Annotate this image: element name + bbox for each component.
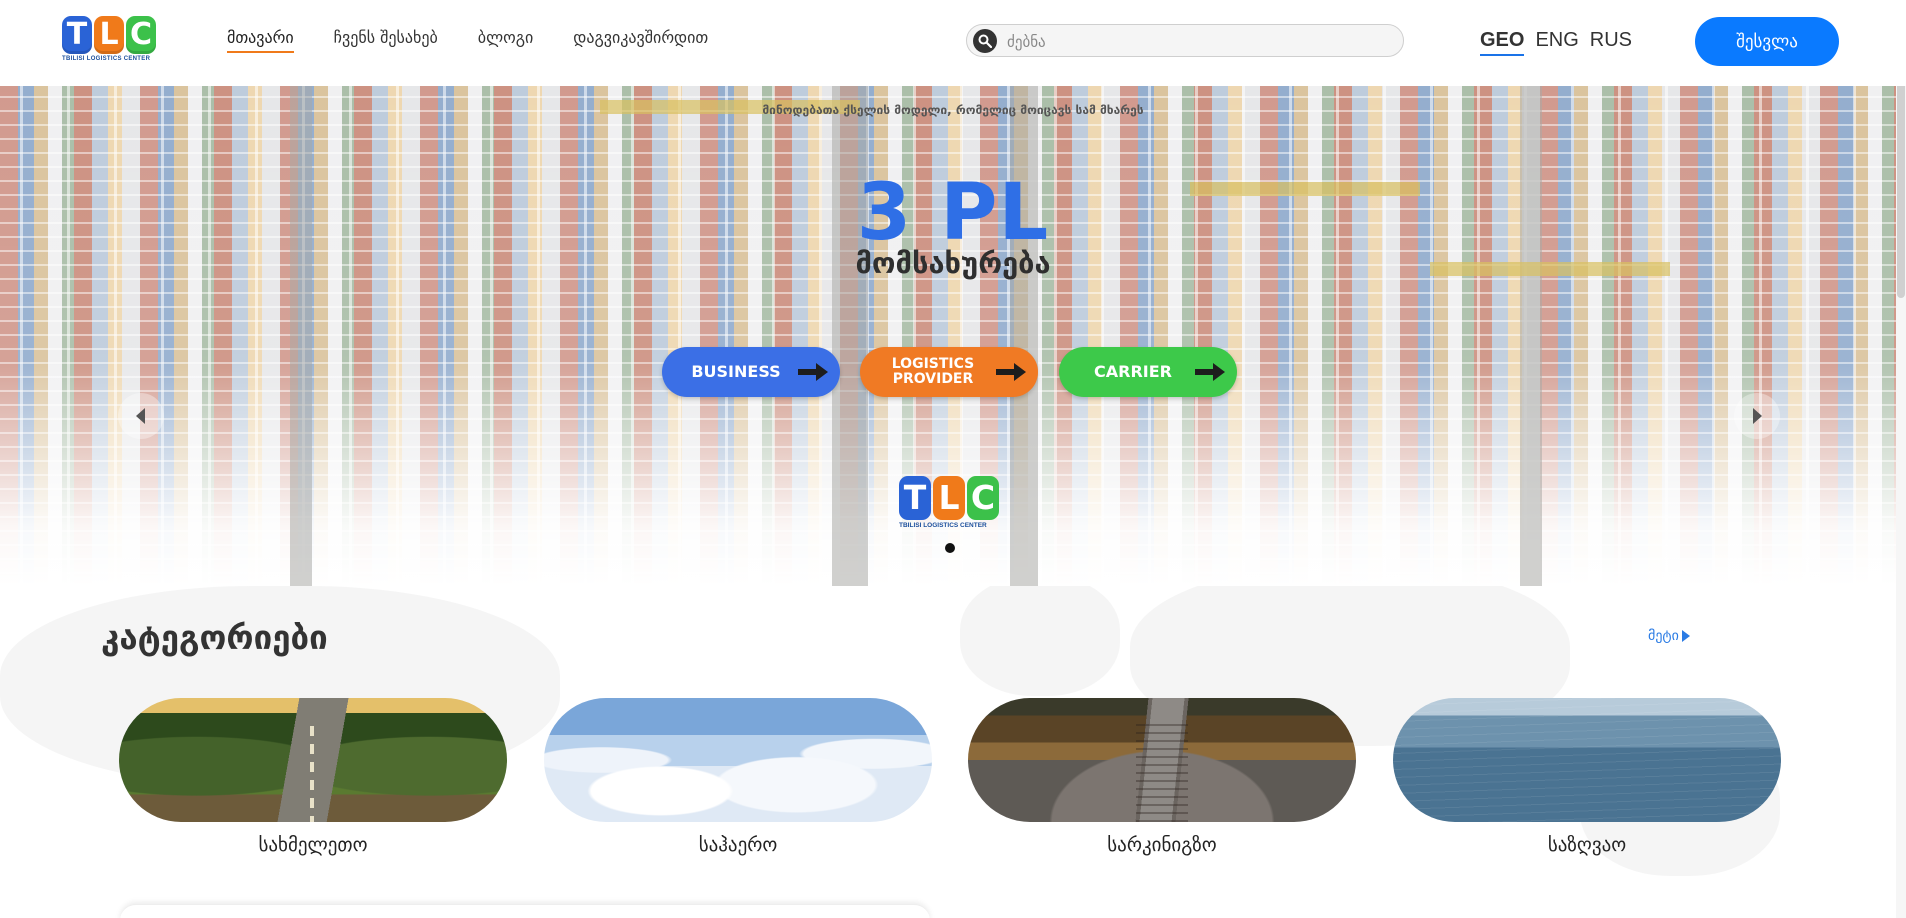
- sea-image: [1393, 698, 1781, 822]
- category-label: სარკინიგზო: [1107, 834, 1217, 856]
- caret-right-icon: [1681, 630, 1690, 642]
- hero-eyebrow: მინოდებათა ქსელის მოდელი, რომელიც მოიცავ…: [762, 103, 1144, 117]
- carrier-button[interactable]: CARRIER: [1059, 347, 1237, 397]
- clouds-image: [544, 698, 932, 822]
- nav-item-about[interactable]: ჩვენს შესახებ: [334, 28, 438, 53]
- hero-bg-road: [290, 86, 312, 586]
- arrow-right-icon: [1195, 363, 1225, 381]
- category-card-land[interactable]: სახმელეთო: [119, 698, 507, 856]
- hero-headline: 3 PL: [856, 168, 1050, 258]
- category-label: საჰაერო: [698, 834, 778, 856]
- slider-dot-active[interactable]: [945, 543, 955, 553]
- world-map-shape: [960, 586, 1120, 696]
- nav-item-contact[interactable]: დაგვიკავშირდით: [573, 28, 708, 53]
- arrow-right-icon: [798, 363, 828, 381]
- search-icon[interactable]: [973, 29, 997, 53]
- category-card-sea[interactable]: საზღვაო: [1393, 698, 1781, 856]
- lang-rus[interactable]: RUS: [1590, 29, 1632, 56]
- category-label: სახმელეთო: [258, 834, 368, 856]
- hero-subheadline: მომსახურება: [855, 246, 1051, 280]
- slider-prev-button[interactable]: [118, 393, 164, 439]
- hero-bg-road: [1010, 86, 1038, 586]
- chevron-right-icon: [1753, 408, 1762, 424]
- next-section-card: [120, 904, 930, 918]
- search-input[interactable]: [1005, 29, 1389, 55]
- business-button[interactable]: BUSINESS: [662, 347, 840, 397]
- hero-logo-subtitle: TBILISI LOGISTICS CENTER: [899, 522, 987, 529]
- category-card-rail[interactable]: სარკინიგზო: [968, 698, 1356, 856]
- railway-image: [968, 698, 1356, 822]
- logo-letter-c: C: [126, 16, 156, 54]
- logo-subtitle: TBILISI LOGISTICS CENTER: [62, 56, 151, 62]
- hero-tlc-logo: T L C TBILISI LOGISTICS CENTER: [899, 476, 1003, 529]
- page-scrollbar[interactable]: [1896, 0, 1906, 918]
- lang-geo[interactable]: GEO: [1480, 29, 1525, 56]
- categories-title: კატეგორიები: [101, 618, 328, 657]
- chevron-left-icon: [136, 408, 145, 424]
- hero-logo-letter-c: C: [967, 476, 999, 520]
- logistics-provider-button[interactable]: LOGISTICS PROVIDER: [860, 347, 1038, 397]
- arrow-right-icon: [996, 363, 1026, 381]
- lang-eng[interactable]: ENG: [1535, 29, 1578, 56]
- more-link-label: მეტი: [1648, 628, 1679, 644]
- slider-next-button[interactable]: [1734, 393, 1780, 439]
- logo-letter-t: T: [62, 16, 92, 54]
- logistics-provider-button-label: LOGISTICS PROVIDER: [891, 356, 975, 387]
- hero-logo-letter-t: T: [899, 476, 931, 520]
- main-nav: მთავარი ჩვენს შესახებ ბლოგი დაგვიკავშირდ…: [227, 28, 708, 53]
- logo-letter-l: L: [94, 16, 124, 54]
- nav-item-blog[interactable]: ბლოგი: [478, 28, 533, 53]
- nav-item-home[interactable]: მთავარი: [227, 28, 294, 53]
- site-header: T L C TBILISI LOGISTICS CENTER მთავარი ჩ…: [0, 0, 1906, 86]
- category-card-air[interactable]: საჰაერო: [544, 698, 932, 856]
- hero-slider: მინოდებათა ქსელის მოდელი, რომელიც მოიცავ…: [0, 86, 1906, 586]
- language-switcher: GEO ENG RUS: [1480, 29, 1632, 56]
- search-bar: [966, 24, 1404, 57]
- hero-bg-road: [832, 86, 868, 586]
- login-button[interactable]: შესვლა: [1695, 17, 1839, 66]
- business-button-label: BUSINESS: [691, 361, 781, 381]
- category-label: საზღვაო: [1547, 834, 1627, 856]
- more-link[interactable]: მეტი: [1648, 628, 1690, 644]
- carrier-button-label: CARRIER: [1094, 361, 1172, 381]
- hero-bg-road: [1520, 86, 1542, 586]
- tlc-logo[interactable]: T L C TBILISI LOGISTICS CENTER: [62, 16, 160, 66]
- road-image: [119, 698, 507, 822]
- hero-logo-letter-l: L: [933, 476, 965, 520]
- categories-section: კატეგორიები მეტი სახმელეთო საჰაერო სარკი…: [0, 586, 1906, 918]
